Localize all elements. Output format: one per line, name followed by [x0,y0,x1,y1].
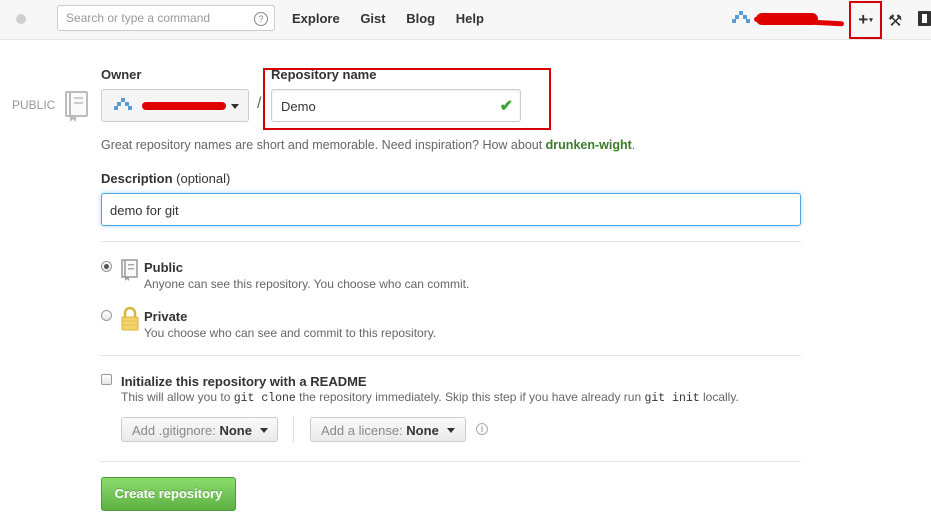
hint-period: . [631,138,636,152]
top-header: Search or type a command ? Explore Gist … [0,0,931,40]
private-description: You choose who can see and commit to thi… [144,326,437,340]
create-new-button[interactable]: +▾ [849,1,882,39]
command-search-input[interactable]: Search or type a command ? [57,5,275,31]
repo-name-input[interactable]: Demo ✔ [271,89,521,122]
repo-book-icon [65,91,88,122]
repo-name-hint: Great repository names are short and mem… [101,138,635,152]
divider [101,241,801,242]
description-label: Description (optional) [101,171,230,186]
repo-name-label: Repository name [271,67,377,82]
visibility-tag: PUBLIC [12,98,56,112]
private-radio[interactable] [101,310,112,321]
nav-blog[interactable]: Blog [406,11,435,26]
owner-avatar-icon [114,98,132,110]
owner-repo-separator: / [257,95,262,112]
nav-help[interactable]: Help [456,11,484,26]
readme-text-2: the repository immediately. Skip this st… [295,390,645,404]
tools-icon[interactable]: ⚒ [888,11,902,31]
private-title: Private [144,309,188,324]
hint-text: Great repository names are short and mem… [101,138,546,152]
home-logo-icon[interactable] [16,14,26,24]
gitignore-dropdown[interactable]: Add .gitignore: None [121,417,278,442]
readme-description: This will allow you to git clone the rep… [121,390,739,405]
redacted-owner-name [142,102,226,110]
readme-checkbox[interactable] [101,374,112,385]
license-value: None [406,423,439,438]
owner-dropdown[interactable] [101,89,249,122]
check-icon: ✔ [499,98,513,115]
description-input[interactable]: demo for git [101,193,801,226]
description-value: demo for git [110,203,179,218]
plus-icon: + [858,10,869,29]
dropdown-separator [293,416,294,442]
readme-title: Initialize this repository with a README [121,374,367,389]
public-radio[interactable] [101,261,112,272]
readme-text-3: locally. [699,390,739,404]
help-icon[interactable]: ? [254,12,268,26]
sign-out-icon[interactable] [918,11,931,26]
license-label: Add a license: [321,423,403,438]
optional-note: (optional) [176,171,231,186]
main-nav: Explore Gist Blog Help [292,11,501,26]
nav-explore[interactable]: Explore [292,11,340,26]
nav-gist[interactable]: Gist [360,11,385,26]
chevron-down-icon [447,428,455,433]
owner-label: Owner [101,67,142,82]
public-title: Public [144,260,184,275]
info-icon[interactable]: i [476,423,488,435]
chevron-down-icon [231,104,239,109]
user-account-link[interactable] [732,8,845,30]
public-description: Anyone can see this repository. You choo… [144,277,470,291]
chevron-down-icon: ▾ [869,17,873,24]
divider [101,461,801,462]
gitignore-value: None [219,423,252,438]
license-dropdown[interactable]: Add a license: None [310,417,466,442]
readme-text-1: This will allow you to [121,390,234,404]
git-init-code: git init [644,392,700,405]
git-clone-code: git clone [233,392,296,405]
create-repository-button[interactable]: Create repository [101,477,236,511]
public-book-icon [121,259,138,281]
lock-icon [121,307,139,331]
search-placeholder: Search or type a command [66,11,211,25]
divider [101,355,801,356]
user-avatar-icon [732,11,750,23]
gitignore-label: Add .gitignore: [132,423,216,438]
repo-name-value: Demo [281,99,316,114]
chevron-down-icon [260,428,268,433]
description-label-text: Description [101,171,173,186]
name-suggestion[interactable]: drunken-wight [546,138,632,152]
